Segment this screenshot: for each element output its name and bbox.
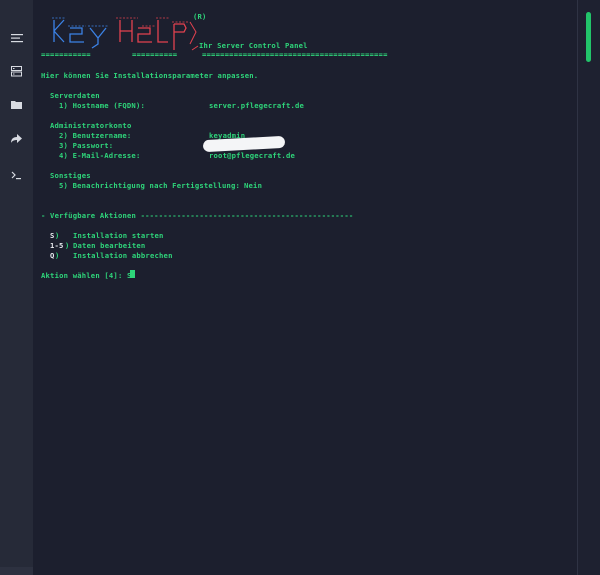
section-title-server: Serverdaten — [50, 91, 100, 100]
terminal-scrollbar[interactable] — [577, 0, 600, 575]
folder-icon[interactable] — [0, 93, 33, 115]
tagline: Ihr Server Control Panel — [199, 41, 308, 50]
hostname-label: 1) Hostname (FQDN): — [59, 101, 146, 110]
action-bracket-edit: ) — [65, 241, 70, 250]
command-prompt[interactable]: Aktion wählen [4]: S — [41, 271, 132, 280]
menu-icon[interactable] — [0, 27, 33, 49]
rule-mid: ========== — [132, 50, 178, 59]
scrollbar-thumb[interactable] — [586, 12, 591, 62]
sidebar-footer — [0, 567, 33, 575]
notify-value: Nein — [244, 181, 263, 190]
action-key-edit: 1-5 — [50, 241, 64, 250]
email-label: 4) E-Mail-Adresse: — [59, 151, 141, 160]
sidebar — [0, 0, 33, 575]
action-key-start: S — [50, 231, 55, 240]
email-value: root@pflegecraft.de — [209, 151, 296, 160]
terminal-output[interactable] — [33, 0, 578, 575]
action-start-installation[interactable]: Installation starten — [73, 231, 164, 240]
actions-header: - Verfügbare Aktionen ------------------… — [41, 211, 354, 220]
password-label: 3) Passwort: — [59, 141, 114, 150]
action-abort-installation[interactable]: Installation abbrechen — [73, 251, 173, 260]
action-edit-data[interactable]: Daten bearbeiten — [73, 241, 145, 250]
share-arrow-icon[interactable] — [0, 127, 33, 149]
section-title-misc: Sonstiges — [50, 171, 91, 180]
action-bracket-quit: ) — [55, 251, 60, 260]
hostname-value: server.pflegecraft.de — [209, 101, 305, 110]
server-icon[interactable] — [0, 60, 33, 82]
rule-left: =========== — [41, 50, 91, 59]
terminal-icon[interactable] — [0, 164, 33, 186]
registered-mark: (R) — [193, 12, 207, 21]
intro-text: Hier können Sie Installationsparameter a… — [41, 71, 259, 80]
notify-label: 5) Benachrichtigung nach Fertigstellung: — [59, 181, 241, 190]
action-bracket-start: ) — [55, 231, 60, 240]
text-cursor — [130, 270, 135, 278]
rule-right: ========================================… — [202, 50, 388, 59]
action-key-quit: Q — [50, 251, 55, 260]
username-label: 2) Benutzername: — [59, 131, 132, 140]
section-title-admin: Administratorkonto — [50, 121, 132, 130]
